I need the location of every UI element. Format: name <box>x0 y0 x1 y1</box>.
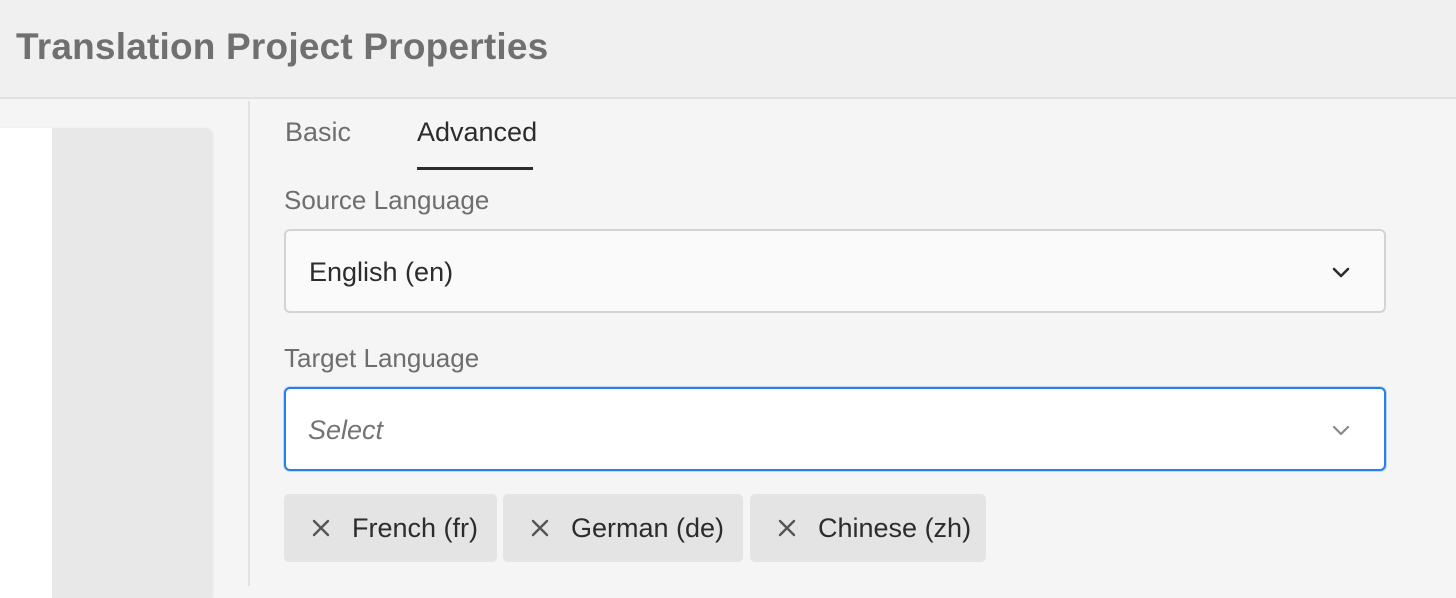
tag-label: French (fr) <box>352 512 479 543</box>
source-language-value: English (en) <box>309 257 454 287</box>
chevron-down-icon <box>1332 267 1350 278</box>
target-language-select[interactable]: Select <box>284 387 1386 471</box>
header-bar: Translation Project Properties <box>0 0 1456 99</box>
tab-basic[interactable]: Basic <box>285 117 351 148</box>
tag-chinese[interactable]: Chinese (zh) <box>750 494 986 562</box>
source-language-label: Source Language <box>284 185 490 215</box>
project-thumbnail-card[interactable] <box>0 128 212 598</box>
properties-panel: Basic Advanced Source Language English (… <box>250 101 1456 586</box>
tag-label: Chinese (zh) <box>818 512 972 543</box>
close-icon[interactable] <box>776 517 798 539</box>
close-icon[interactable] <box>310 517 332 539</box>
close-icon[interactable] <box>529 517 551 539</box>
target-language-placeholder: Select <box>308 415 384 445</box>
chevron-down-icon <box>1332 425 1350 436</box>
target-language-label: Target Language <box>284 343 480 373</box>
tag-french[interactable]: French (fr) <box>284 494 497 562</box>
tag-german[interactable]: German (de) <box>503 494 743 562</box>
thumbnail-preview <box>52 128 212 598</box>
left-panel <box>0 101 248 598</box>
source-language-select[interactable]: English (en) <box>284 229 1386 313</box>
tag-label: German (de) <box>571 512 725 543</box>
active-tab-indicator <box>417 167 533 170</box>
tab-advanced[interactable]: Advanced <box>417 117 537 148</box>
page-title: Translation Project Properties <box>16 26 549 67</box>
